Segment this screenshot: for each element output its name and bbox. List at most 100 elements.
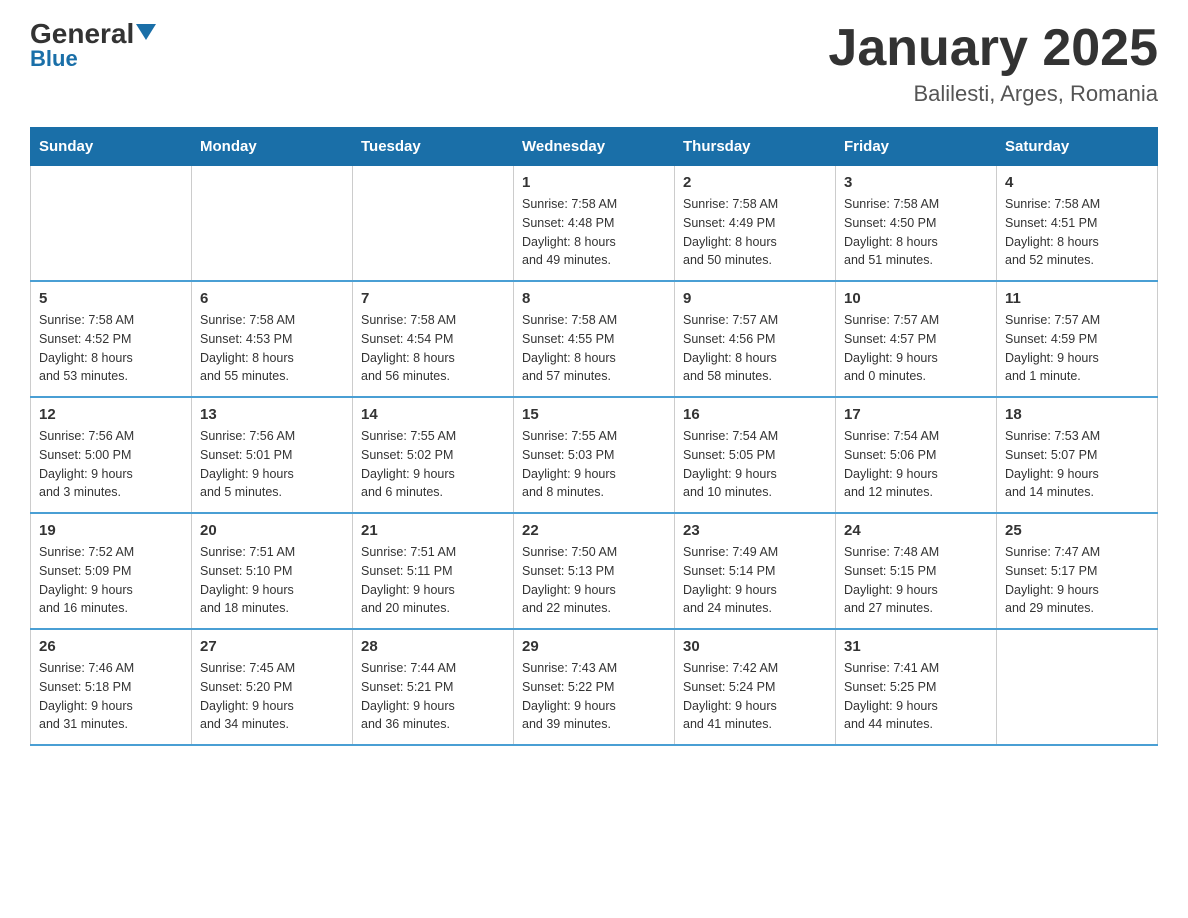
day-number: 31 xyxy=(844,638,988,655)
day-info: Sunrise: 7:55 AM Sunset: 5:02 PM Dayligh… xyxy=(361,427,505,502)
day-number: 21 xyxy=(361,522,505,539)
day-number: 5 xyxy=(39,290,183,307)
day-info: Sunrise: 7:58 AM Sunset: 4:53 PM Dayligh… xyxy=(200,311,344,386)
day-number: 29 xyxy=(522,638,666,655)
calendar-cell: 14 Sunrise: 7:55 AM Sunset: 5:02 PM Dayli… xyxy=(353,397,514,513)
day-info: Sunrise: 7:48 AM Sunset: 5:15 PM Dayligh… xyxy=(844,543,988,618)
calendar-table: SundayMondayTuesdayWednesdayThursdayFrid… xyxy=(30,127,1158,746)
day-number: 3 xyxy=(844,174,988,191)
calendar-week-row: 5 Sunrise: 7:58 AM Sunset: 4:52 PM Daylig… xyxy=(31,281,1158,397)
day-info: Sunrise: 7:47 AM Sunset: 5:17 PM Dayligh… xyxy=(1005,543,1149,618)
day-number: 28 xyxy=(361,638,505,655)
day-info: Sunrise: 7:58 AM Sunset: 4:55 PM Dayligh… xyxy=(522,311,666,386)
calendar-cell: 16 Sunrise: 7:54 AM Sunset: 5:05 PM Dayli… xyxy=(675,397,836,513)
calendar-cell xyxy=(353,166,514,282)
day-number: 8 xyxy=(522,290,666,307)
weekday-header-friday: Friday xyxy=(836,128,997,166)
day-info: Sunrise: 7:50 AM Sunset: 5:13 PM Dayligh… xyxy=(522,543,666,618)
day-number: 9 xyxy=(683,290,827,307)
page-header: General Blue January 2025 Balilesti, Arg… xyxy=(30,20,1158,107)
calendar-cell: 11 Sunrise: 7:57 AM Sunset: 4:59 PM Dayli… xyxy=(997,281,1158,397)
day-info: Sunrise: 7:53 AM Sunset: 5:07 PM Dayligh… xyxy=(1005,427,1149,502)
day-info: Sunrise: 7:58 AM Sunset: 4:54 PM Dayligh… xyxy=(361,311,505,386)
title-block: January 2025 Balilesti, Arges, Romania xyxy=(828,20,1158,107)
day-number: 24 xyxy=(844,522,988,539)
calendar-cell: 2 Sunrise: 7:58 AM Sunset: 4:49 PM Daylig… xyxy=(675,166,836,282)
calendar-cell: 20Sunrise: 7:51 AM Sunset: 5:10 PM Dayli… xyxy=(192,513,353,629)
calendar-cell: 26 Sunrise: 7:46 AM Sunset: 5:18 PM Dayli… xyxy=(31,629,192,745)
day-number: 23 xyxy=(683,522,827,539)
day-info: Sunrise: 7:58 AM Sunset: 4:52 PM Dayligh… xyxy=(39,311,183,386)
day-info: Sunrise: 7:56 AM Sunset: 5:00 PM Dayligh… xyxy=(39,427,183,502)
day-info: Sunrise: 7:57 AM Sunset: 4:59 PM Dayligh… xyxy=(1005,311,1149,386)
day-info: Sunrise: 7:55 AM Sunset: 5:03 PM Dayligh… xyxy=(522,427,666,502)
logo-blue-text: Blue xyxy=(30,48,78,70)
weekday-header-tuesday: Tuesday xyxy=(353,128,514,166)
logo-triangle-icon xyxy=(136,24,156,40)
calendar-week-row: 12 Sunrise: 7:56 AM Sunset: 5:00 PM Dayli… xyxy=(31,397,1158,513)
calendar-cell: 29Sunrise: 7:43 AM Sunset: 5:22 PM Dayli… xyxy=(514,629,675,745)
day-number: 16 xyxy=(683,406,827,423)
day-number: 6 xyxy=(200,290,344,307)
day-number: 15 xyxy=(522,406,666,423)
calendar-cell: 3 Sunrise: 7:58 AM Sunset: 4:50 PM Daylig… xyxy=(836,166,997,282)
day-info: Sunrise: 7:46 AM Sunset: 5:18 PM Dayligh… xyxy=(39,659,183,734)
day-number: 22 xyxy=(522,522,666,539)
day-info: Sunrise: 7:45 AM Sunset: 5:20 PM Dayligh… xyxy=(200,659,344,734)
weekday-header-saturday: Saturday xyxy=(997,128,1158,166)
calendar-cell: 5 Sunrise: 7:58 AM Sunset: 4:52 PM Daylig… xyxy=(31,281,192,397)
logo[interactable]: General Blue xyxy=(30,20,156,70)
day-number: 13 xyxy=(200,406,344,423)
calendar-cell: 28 Sunrise: 7:44 AM Sunset: 5:21 PM Dayli… xyxy=(353,629,514,745)
day-info: Sunrise: 7:51 AM Sunset: 5:11 PM Dayligh… xyxy=(361,543,505,618)
calendar-cell: 13 Sunrise: 7:56 AM Sunset: 5:01 PM Dayli… xyxy=(192,397,353,513)
calendar-cell: 17Sunrise: 7:54 AM Sunset: 5:06 PM Dayli… xyxy=(836,397,997,513)
calendar-cell: 24 Sunrise: 7:48 AM Sunset: 5:15 PM Dayli… xyxy=(836,513,997,629)
day-info: Sunrise: 7:49 AM Sunset: 5:14 PM Dayligh… xyxy=(683,543,827,618)
calendar-cell: 30Sunrise: 7:42 AM Sunset: 5:24 PM Dayli… xyxy=(675,629,836,745)
location-title: Balilesti, Arges, Romania xyxy=(828,81,1158,107)
day-info: Sunrise: 7:54 AM Sunset: 5:06 PM Dayligh… xyxy=(844,427,988,502)
weekday-header-monday: Monday xyxy=(192,128,353,166)
day-number: 26 xyxy=(39,638,183,655)
day-number: 2 xyxy=(683,174,827,191)
day-info: Sunrise: 7:57 AM Sunset: 4:56 PM Dayligh… xyxy=(683,311,827,386)
day-info: Sunrise: 7:58 AM Sunset: 4:51 PM Dayligh… xyxy=(1005,195,1149,270)
day-number: 19 xyxy=(39,522,183,539)
weekday-header-wednesday: Wednesday xyxy=(514,128,675,166)
calendar-cell: 8 Sunrise: 7:58 AM Sunset: 4:55 PM Daylig… xyxy=(514,281,675,397)
calendar-cell: 23 Sunrise: 7:49 AM Sunset: 5:14 PM Dayli… xyxy=(675,513,836,629)
day-number: 18 xyxy=(1005,406,1149,423)
day-number: 4 xyxy=(1005,174,1149,191)
calendar-cell: 22 Sunrise: 7:50 AM Sunset: 5:13 PM Dayli… xyxy=(514,513,675,629)
calendar-cell xyxy=(31,166,192,282)
day-info: Sunrise: 7:56 AM Sunset: 5:01 PM Dayligh… xyxy=(200,427,344,502)
day-number: 12 xyxy=(39,406,183,423)
day-info: Sunrise: 7:58 AM Sunset: 4:48 PM Dayligh… xyxy=(522,195,666,270)
day-number: 14 xyxy=(361,406,505,423)
weekday-header-thursday: Thursday xyxy=(675,128,836,166)
day-info: Sunrise: 7:42 AM Sunset: 5:24 PM Dayligh… xyxy=(683,659,827,734)
day-info: Sunrise: 7:44 AM Sunset: 5:21 PM Dayligh… xyxy=(361,659,505,734)
calendar-cell: 1 Sunrise: 7:58 AM Sunset: 4:48 PM Daylig… xyxy=(514,166,675,282)
logo-general-text: General xyxy=(30,20,134,48)
calendar-cell xyxy=(997,629,1158,745)
calendar-cell: 21 Sunrise: 7:51 AM Sunset: 5:11 PM Dayli… xyxy=(353,513,514,629)
day-info: Sunrise: 7:58 AM Sunset: 4:49 PM Dayligh… xyxy=(683,195,827,270)
day-number: 25 xyxy=(1005,522,1149,539)
calendar-cell: 7 Sunrise: 7:58 AM Sunset: 4:54 PM Daylig… xyxy=(353,281,514,397)
day-info: Sunrise: 7:51 AM Sunset: 5:10 PM Dayligh… xyxy=(200,543,344,618)
day-info: Sunrise: 7:58 AM Sunset: 4:50 PM Dayligh… xyxy=(844,195,988,270)
day-number: 7 xyxy=(361,290,505,307)
day-info: Sunrise: 7:54 AM Sunset: 5:05 PM Dayligh… xyxy=(683,427,827,502)
calendar-cell: 27 Sunrise: 7:45 AM Sunset: 5:20 PM Dayli… xyxy=(192,629,353,745)
day-number: 1 xyxy=(522,174,666,191)
day-number: 27 xyxy=(200,638,344,655)
calendar-cell: 19 Sunrise: 7:52 AM Sunset: 5:09 PM Dayli… xyxy=(31,513,192,629)
calendar-cell: 4 Sunrise: 7:58 AM Sunset: 4:51 PM Daylig… xyxy=(997,166,1158,282)
day-info: Sunrise: 7:52 AM Sunset: 5:09 PM Dayligh… xyxy=(39,543,183,618)
weekday-header-row: SundayMondayTuesdayWednesdayThursdayFrid… xyxy=(31,128,1158,166)
calendar-week-row: 19 Sunrise: 7:52 AM Sunset: 5:09 PM Dayli… xyxy=(31,513,1158,629)
calendar-cell: 25 Sunrise: 7:47 AM Sunset: 5:17 PM Dayli… xyxy=(997,513,1158,629)
day-number: 11 xyxy=(1005,290,1149,307)
